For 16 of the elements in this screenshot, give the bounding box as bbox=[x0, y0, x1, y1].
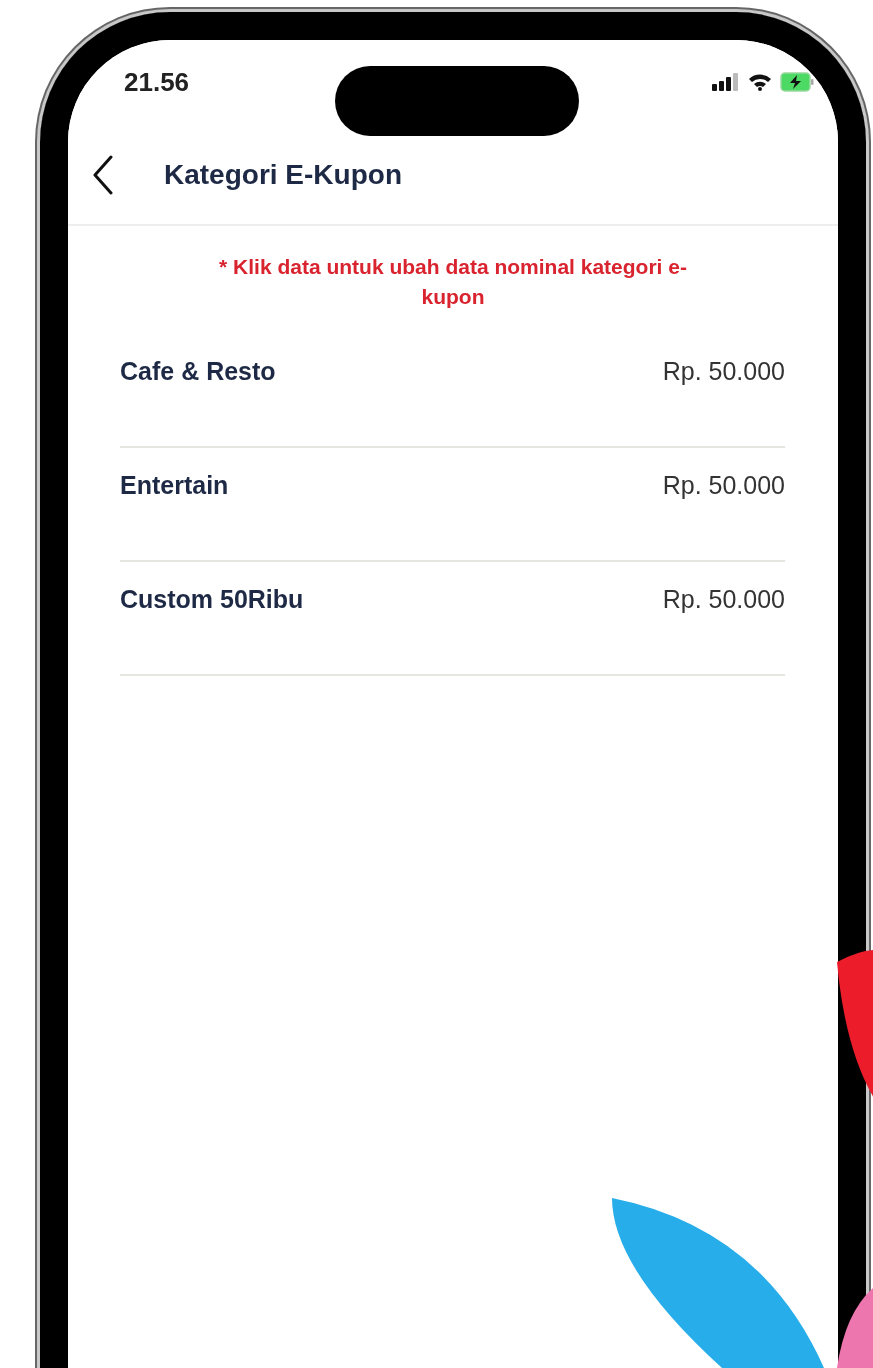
category-row[interactable]: Custom 50Ribu Rp. 50.000 bbox=[120, 562, 785, 676]
category-amount: Rp. 50.000 bbox=[662, 356, 785, 386]
wifi-icon bbox=[748, 73, 772, 91]
category-name: Cafe & Resto bbox=[120, 356, 276, 386]
category-row[interactable]: Entertain Rp. 50.000 bbox=[120, 448, 785, 562]
status-time: 21.56 bbox=[124, 66, 190, 98]
page-title: Kategori E-Kupon bbox=[164, 159, 402, 191]
category-name: Entertain bbox=[120, 470, 229, 500]
category-row[interactable]: Cafe & Resto Rp. 50.000 bbox=[120, 334, 785, 448]
battery-charging-icon bbox=[780, 72, 814, 92]
category-name: Custom 50Ribu bbox=[120, 584, 304, 614]
signal-icon bbox=[712, 73, 740, 91]
back-chevron-icon[interactable] bbox=[92, 155, 114, 195]
category-amount: Rp. 50.000 bbox=[662, 470, 785, 500]
category-amount: Rp. 50.000 bbox=[662, 584, 785, 614]
instruction-note: * Klik data untuk ubah data nominal kategori e-kupon bbox=[218, 254, 688, 310]
